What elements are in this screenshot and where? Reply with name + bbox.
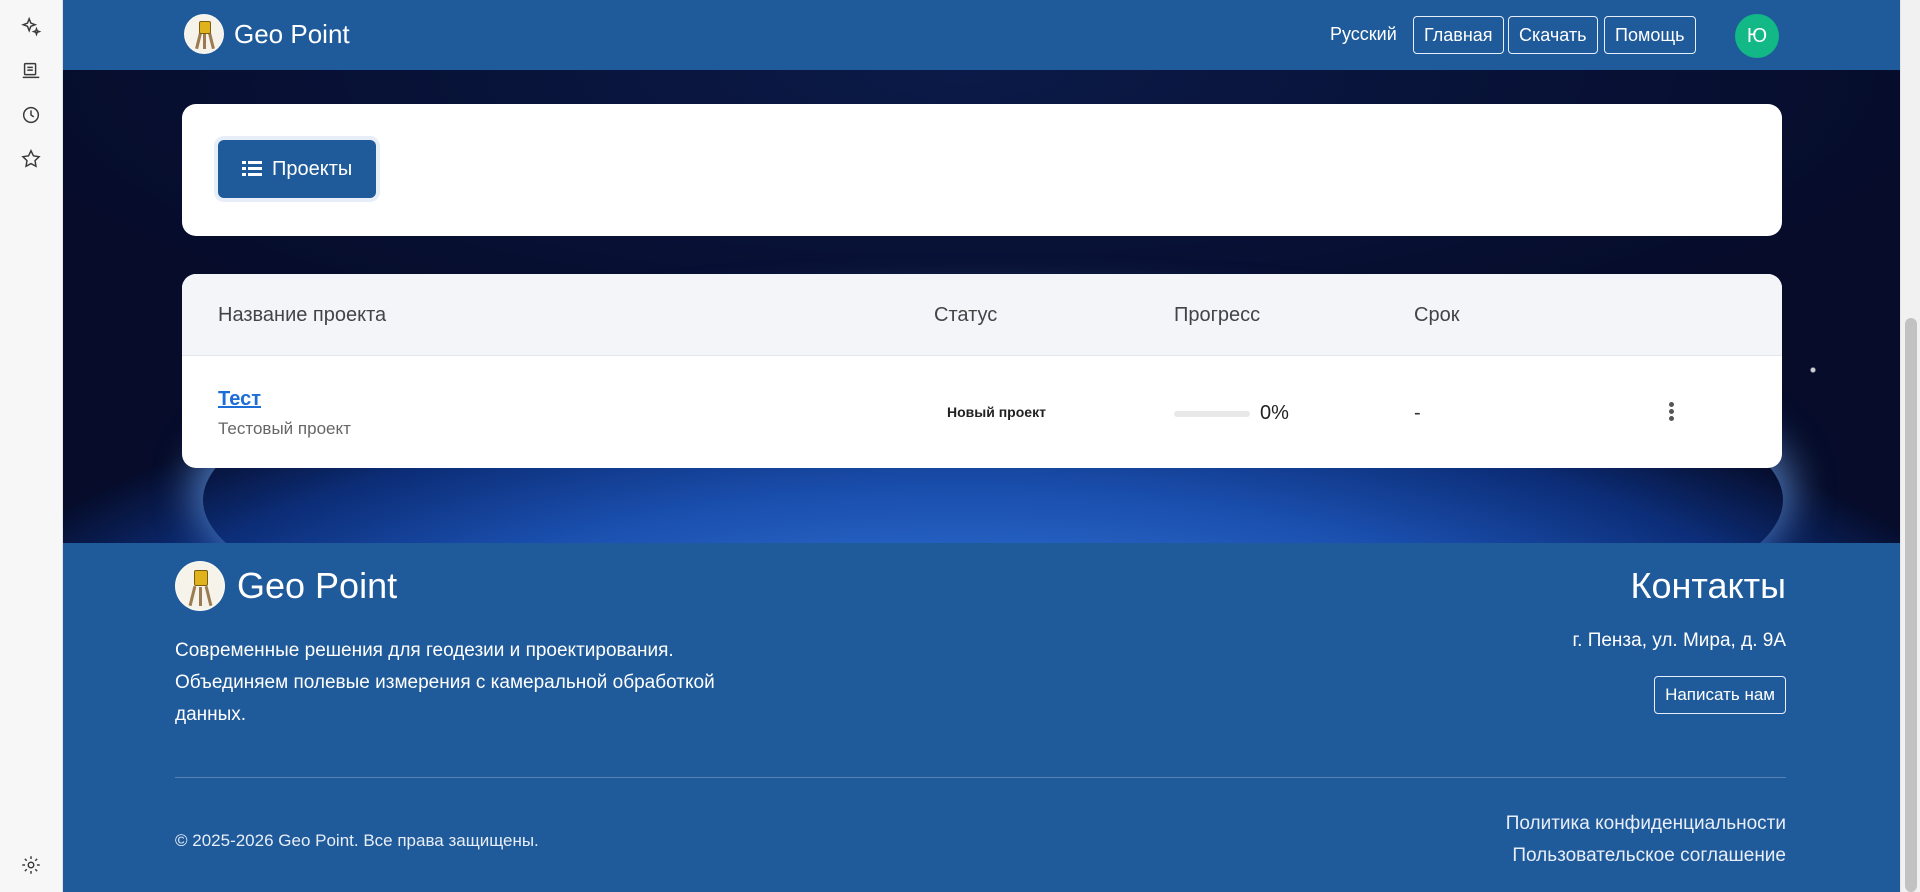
user-agreement-link[interactable]: Пользовательское соглашение [1512,845,1786,867]
nav-home-button[interactable]: Главная [1413,16,1504,54]
reading-list-icon[interactable] [18,58,44,84]
status-badge: Новый проект [947,404,1046,420]
logo-icon [184,14,224,54]
scrollbar-thumb[interactable] [1905,318,1917,892]
history-icon[interactable] [18,102,44,128]
column-header-progress: Прогресс [1174,304,1261,326]
write-us-button[interactable]: Написать нам [1654,676,1786,714]
nav-help-button[interactable]: Помощь [1604,16,1696,54]
contacts-title: Контакты [1630,565,1787,606]
progress-percent: 0% [1260,402,1289,424]
brand-link[interactable]: Geo Point [184,14,350,54]
top-navbar: Geo Point Русский Главная Скачать Помощь… [63,0,1900,70]
list-icon [242,160,262,178]
brand-name: Geo Point [234,18,350,49]
user-avatar[interactable]: Ю [1735,14,1779,58]
table-header: Название проекта Статус Прогресс Срок [182,274,1782,356]
favorites-icon[interactable] [18,146,44,172]
column-header-status: Статус [934,304,998,326]
page: Geo Point Русский Главная Скачать Помощь… [63,0,1900,892]
settings-icon[interactable] [18,852,44,878]
page-scrollbar[interactable] [1900,0,1920,892]
project-description: Тестовый проект [218,419,351,438]
project-name-link[interactable]: Тест [218,388,261,411]
projects-button-label: Проекты [272,157,353,180]
footer-divider [175,777,1786,778]
copyright-text: © 2025-2026 Geo Point. Все права защищен… [175,831,539,850]
footer-description: Современные решения для геодезии и проек… [175,640,715,725]
projects-button[interactable]: Проекты [218,140,377,198]
contact-address: г. Пенза, ул. Мира, д. 9А [1572,630,1786,651]
footer-logo-icon [175,561,225,611]
nav-download-button[interactable]: Скачать [1508,16,1598,54]
column-header-name: Название проекта [218,304,387,326]
privacy-policy-link[interactable]: Политика конфиденциальности [1506,813,1786,835]
footer-brand: Geo Point [175,561,397,611]
column-header-deadline: Срок [1414,304,1460,326]
progress-bar [1174,411,1250,417]
projects-table: Название проекта Статус Прогресс Срок Те… [182,274,1782,468]
projects-toolbar-card: Проекты [182,104,1782,236]
footer: Geo Point Современные решения для геодез… [63,543,1900,892]
footer-brand-name: Geo Point [237,565,398,606]
browser-sidebar [0,0,63,892]
row-actions-menu-icon[interactable] [1665,400,1677,426]
language-switcher[interactable]: Русский [1330,24,1397,45]
sparkle-icon[interactable] [18,14,44,40]
deadline-value: - [1414,402,1421,424]
